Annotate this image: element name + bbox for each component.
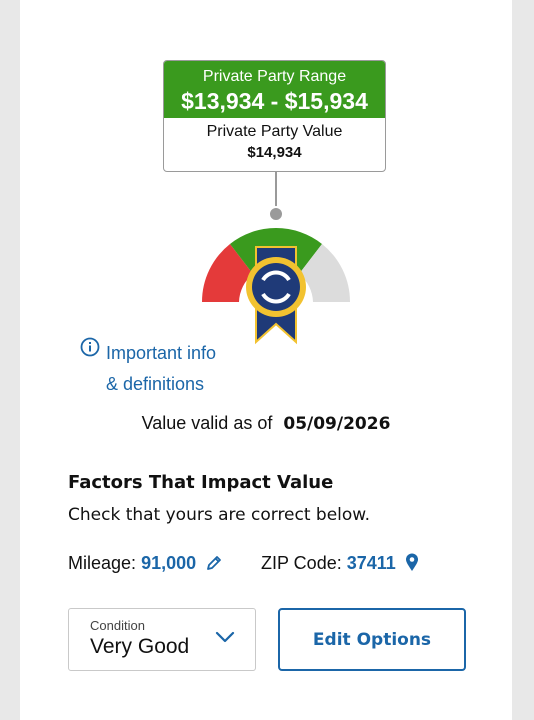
chevron-down-icon[interactable] bbox=[215, 631, 235, 643]
zip-label: ZIP Code: bbox=[261, 553, 342, 573]
important-info-link[interactable]: Important info & definitions bbox=[106, 338, 266, 400]
range-label: Private Party Range bbox=[202, 68, 347, 85]
mileage-label: Mileage: bbox=[68, 553, 137, 573]
info-circle-icon[interactable] bbox=[80, 337, 100, 357]
value-gauge bbox=[201, 172, 350, 345]
important-info-line1[interactable]: Important info bbox=[106, 338, 266, 369]
pencil-icon[interactable] bbox=[205, 554, 223, 572]
condition-select[interactable]: Condition Very Good bbox=[68, 608, 256, 671]
valid-date: 05/09/2026 bbox=[283, 414, 391, 434]
valid-label: Value valid as of bbox=[141, 413, 273, 433]
mileage-value[interactable]: 91,000 bbox=[141, 553, 196, 573]
zip-row: ZIP Code: 37411 bbox=[261, 553, 419, 574]
range-header: Private Party Range $13,934 - $15,934 bbox=[164, 61, 385, 118]
important-info-line2[interactable]: & definitions bbox=[106, 369, 266, 400]
private-party-value-label: Private Party Value bbox=[206, 123, 343, 140]
condition-value: Very Good bbox=[90, 635, 190, 658]
mileage-row: Mileage: 91,000 bbox=[68, 553, 223, 574]
private-party-value: $14,934 bbox=[247, 144, 302, 161]
gauge-pin bbox=[268, 206, 284, 222]
factors-subtitle: Check that yours are correct below. bbox=[68, 505, 371, 525]
condition-label: Condition bbox=[90, 618, 145, 633]
valid-as-of: Value valid as of 05/09/2026 bbox=[20, 413, 512, 434]
edit-options-button[interactable]: Edit Options bbox=[278, 608, 466, 671]
range-value: $13,934 - $15,934 bbox=[181, 88, 368, 114]
valuation-card: Private Party Range $13,934 - $15,934 Pr… bbox=[20, 0, 512, 720]
zip-value[interactable]: 37411 bbox=[347, 553, 396, 573]
award-ribbon-icon bbox=[246, 246, 306, 345]
factors-title: Factors That Impact Value bbox=[68, 472, 334, 493]
price-range-box: Private Party Range $13,934 - $15,934 Pr… bbox=[163, 60, 386, 172]
map-pin-icon[interactable] bbox=[405, 553, 419, 572]
